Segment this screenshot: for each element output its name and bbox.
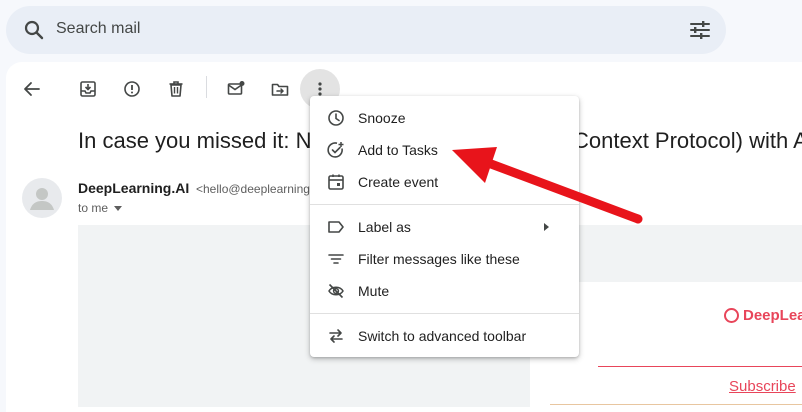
mute-icon <box>328 283 344 299</box>
caret-down-icon[interactable] <box>114 206 123 212</box>
divider <box>598 366 802 367</box>
menu-item-advanced-toolbar[interactable]: Switch to advanced toolbar <box>310 320 579 352</box>
delete-icon <box>169 81 183 97</box>
brand-logo-icon <box>724 308 739 323</box>
menu-item-create-event[interactable]: Create event <box>310 166 579 198</box>
menu-item-label: Mute <box>358 283 390 299</box>
email-subject-continued: Context Protocol) with A <box>573 128 802 153</box>
move-to-button[interactable] <box>260 69 300 109</box>
more-options-menu: Snooze Add to Tasks Create event Label a… <box>310 96 579 357</box>
menu-item-add-to-tasks[interactable]: Add to Tasks <box>310 134 579 166</box>
search-icon[interactable] <box>22 18 46 42</box>
brand-name: DeepLea <box>743 307 802 324</box>
search-bar[interactable]: Search mail <box>6 6 726 54</box>
arrow-back-icon <box>24 82 40 96</box>
back-button[interactable] <box>12 69 52 109</box>
menu-item-label: Switch to advanced toolbar <box>358 328 527 344</box>
sender-name[interactable]: DeepLearning.AI <box>78 180 189 196</box>
menu-item-filter[interactable]: Filter messages like these <box>310 243 579 275</box>
archive-button[interactable] <box>68 69 108 109</box>
delete-button[interactable] <box>156 69 196 109</box>
brand-logo[interactable]: DeepLea <box>724 307 802 324</box>
menu-divider <box>310 313 579 314</box>
avatar[interactable] <box>22 178 62 218</box>
sender-email: <hello@deeplearning <box>196 182 310 196</box>
clock-icon <box>328 110 344 126</box>
label-icon <box>328 221 344 233</box>
menu-item-snooze[interactable]: Snooze <box>310 102 579 134</box>
subscribe-link[interactable]: Subscribe <box>729 378 796 395</box>
person-icon <box>30 188 54 210</box>
menu-item-label: Snooze <box>358 110 406 126</box>
mark-unread-icon <box>227 81 245 95</box>
divider <box>550 404 802 405</box>
menu-item-label: Create event <box>358 174 439 190</box>
filter-icon <box>328 254 344 264</box>
submenu-arrow-icon <box>544 223 549 231</box>
menu-item-label: Add to Tasks <box>358 142 438 158</box>
archive-icon <box>80 81 96 97</box>
menu-item-label: Filter messages like these <box>358 251 520 267</box>
recipient-details[interactable]: to me <box>78 201 123 215</box>
menu-item-label: Label as <box>358 219 411 235</box>
email-subject: In case you missed it: No <box>78 128 324 153</box>
search-input[interactable]: Search mail <box>56 20 140 38</box>
menu-item-mute[interactable]: Mute <box>310 275 579 307</box>
report-spam-icon <box>124 81 140 97</box>
calendar-event-icon <box>328 174 344 190</box>
menu-divider <box>310 204 579 205</box>
mark-unread-button[interactable] <box>216 69 256 109</box>
report-spam-button[interactable] <box>112 69 152 109</box>
tune-icon[interactable] <box>688 18 712 42</box>
recipient-label: to me <box>78 201 109 215</box>
toolbar-divider <box>206 76 207 98</box>
add-task-icon <box>327 142 344 158</box>
swap-arrows-icon <box>329 329 343 343</box>
menu-item-label-as[interactable]: Label as <box>310 211 579 243</box>
move-to-folder-icon <box>271 83 289 96</box>
